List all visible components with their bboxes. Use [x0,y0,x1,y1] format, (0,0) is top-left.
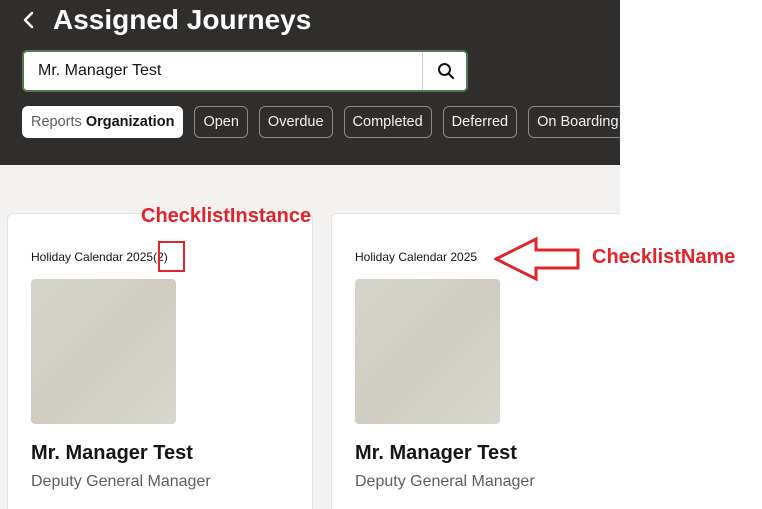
avatar [355,279,500,424]
search-icon [438,63,455,80]
person-name: Mr. Manager Test [31,442,193,464]
chip-label: Organization [85,114,175,130]
checklist-name: Holiday Calendar 2025(2) [31,249,168,265]
annotation-checklist-instance: ChecklistInstance [141,205,312,227]
filter-chip-overdue[interactable]: Overdue [258,106,333,138]
annotation-arrow-icon [494,236,580,282]
filter-chip-on-boarding[interactable]: On Boarding [528,106,620,138]
annotation-highlight-box [158,241,185,272]
search-button[interactable] [422,52,469,90]
filter-chips: Reports Organization Open Overdue Comple… [22,106,620,138]
filter-chip-completed[interactable]: Completed [343,106,432,138]
person-role: Deputy General Manager [31,473,211,490]
search-input[interactable] [38,52,418,90]
chip-prefix: Reports [31,114,82,130]
checklist-title: Holiday Calendar 2025 [31,250,154,264]
person-role: Deputy General Manager [355,473,535,490]
page-title: Assigned Journeys [53,4,312,35]
filter-chip-deferred[interactable]: Deferred [442,106,518,138]
chevron-left-icon [23,11,34,29]
filter-chip-open[interactable]: Open [194,106,248,138]
avatar [31,279,176,424]
annotation-checklist-name: ChecklistName [592,246,736,268]
search-box [22,50,468,92]
person-name: Mr. Manager Test [355,442,517,464]
filter-chip-organization[interactable]: Reports Organization [22,106,184,138]
page-header: Assigned Journeys Reports Organization O… [0,0,620,165]
back-button[interactable] [18,7,40,33]
checklist-name: Holiday Calendar 2025 [355,250,478,264]
